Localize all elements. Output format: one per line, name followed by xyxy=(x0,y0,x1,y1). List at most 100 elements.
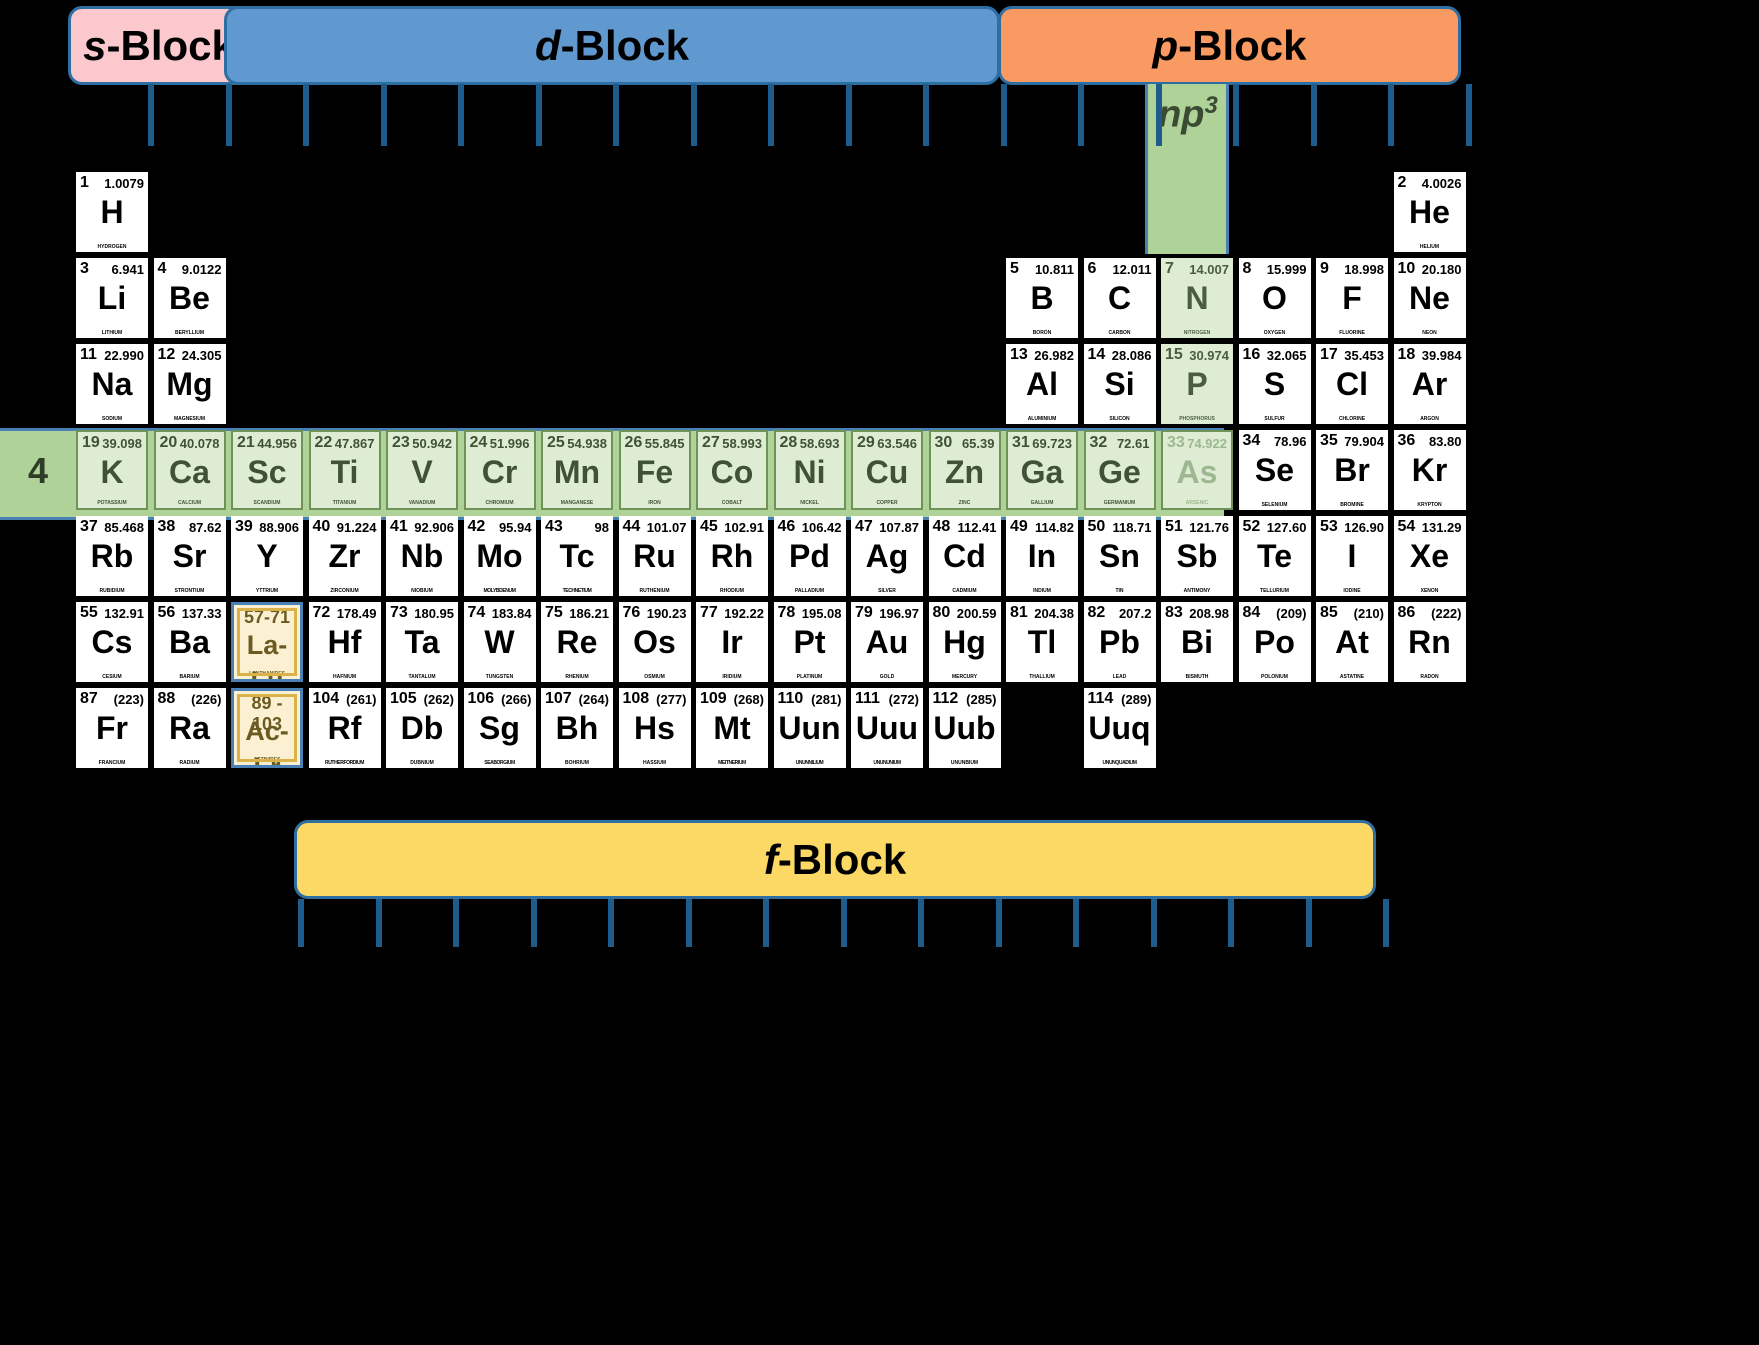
tick-bottom-3 xyxy=(453,899,459,947)
element-cell-po[interactable]: 84 (209) Po POLONIUM xyxy=(1238,602,1311,682)
p-block-banner[interactable]: p-Block xyxy=(998,6,1461,85)
tick-top-col-9 xyxy=(768,84,774,146)
element-cell-au[interactable]: 79 196.97 Au GOLD xyxy=(851,602,923,682)
element-cell-n[interactable]: 7 14.007 N NITROGEN xyxy=(1161,258,1233,338)
element-name: TITANIUM xyxy=(332,500,357,506)
element-cell-be[interactable]: 4 9.0122 Be BERYLLIUM xyxy=(153,258,226,338)
element-cell-k[interactable]: 19 39.098 K POTASSIUM xyxy=(76,430,148,510)
element-cell-tl[interactable]: 81 204.38 Tl THALLIUM xyxy=(1006,602,1078,682)
element-cell-rn[interactable]: 86 (222) Rn RADON xyxy=(1393,602,1466,682)
element-cell-nb[interactable]: 41 92.906 Nb NIOBIUM xyxy=(386,516,458,596)
element-cell-pb[interactable]: 82 207.2 Pb LEAD xyxy=(1083,602,1156,682)
element-cell-ar[interactable]: 18 39.984 Ar ARGON xyxy=(1393,344,1466,424)
element-cell-bh[interactable]: 107 (264) Bh BOHRIUM xyxy=(541,688,613,768)
element-cell-uun[interactable]: 110 (281) Uun UNUNNILIUM xyxy=(773,688,846,768)
element-cell-cu[interactable]: 29 63.546 Cu COPPER xyxy=(851,430,923,510)
element-cell-c[interactable]: 6 12.011 C CARBON xyxy=(1083,258,1156,338)
element-cell-rf[interactable]: 104 (261) Rf RUTHERFORDIUM xyxy=(308,688,381,768)
element-cell-tc[interactable]: 43 98 Tc TECHNETIUM xyxy=(541,516,613,596)
element-cell-w[interactable]: 74 183.84 W TUNGSTEN xyxy=(463,602,536,682)
element-cell-te[interactable]: 52 127.60 Te TELLURIUM xyxy=(1238,516,1311,596)
atomic-number: 47 xyxy=(855,518,873,535)
element-cell-as[interactable]: 33 74.922 As ARSENIC xyxy=(1161,430,1233,510)
element-cell-b[interactable]: 5 10.811 B BORON xyxy=(1006,258,1078,338)
element-cell-ge[interactable]: 32 72.61 Ge GERMANIUM xyxy=(1083,430,1156,510)
element-cell-uub[interactable]: 112 (285) Uub UNUNBIUM xyxy=(928,688,1001,768)
atomic-mass: 26.982 xyxy=(1034,348,1074,363)
element-cell-ru[interactable]: 44 101.07 Ru RUTHENIUM xyxy=(618,516,691,596)
element-cell-h[interactable]: 1 1.0079 H HYDROGEN xyxy=(76,172,148,252)
element-cell-bi[interactable]: 83 208.98 Bi BISMUTH xyxy=(1161,602,1233,682)
element-cell-sc[interactable]: 21 44.956 Sc SCANDIUM xyxy=(231,430,303,510)
element-cell-sr[interactable]: 38 87.62 Sr STRONTIUM xyxy=(153,516,226,596)
element-cell-mo[interactable]: 42 95.94 Mo MOLYBDENUM xyxy=(463,516,536,596)
element-cell-br[interactable]: 35 79.904 Br BROMINE xyxy=(1316,430,1388,510)
element-cell-se[interactable]: 34 78.96 Se SELENIUM xyxy=(1238,430,1311,510)
element-cell-hf[interactable]: 72 178.49 Hf HAFNIUM xyxy=(308,602,381,682)
element-cell-ti[interactable]: 22 47.867 Ti TITANIUM xyxy=(308,430,381,510)
element-cell-ba[interactable]: 56 137.33 Ba BARIUM xyxy=(153,602,226,682)
element-cell-y[interactable]: 39 88.906 Y YTTRIUM xyxy=(231,516,303,596)
element-cell-sg[interactable]: 106 (266) Sg SEABORGIUM xyxy=(463,688,536,768)
atomic-number: 50 xyxy=(1087,518,1106,535)
element-cell-pt[interactable]: 78 195.08 Pt PLATINUM xyxy=(773,602,846,682)
element-cell-ne[interactable]: 10 20.180 Ne NEON xyxy=(1393,258,1466,338)
element-cell-f[interactable]: 9 18.998 F FLUORINE xyxy=(1316,258,1388,338)
element-cell-os[interactable]: 76 190.23 Os OSMIUM xyxy=(618,602,691,682)
element-cell-mn[interactable]: 25 54.938 Mn MANGANESE xyxy=(541,430,613,510)
element-cell-in[interactable]: 49 114.82 In INDIUM xyxy=(1006,516,1078,596)
element-cell-uuu[interactable]: 111 (272) Uuu UNUNUNIUM xyxy=(851,688,923,768)
element-cell-fr[interactable]: 87 (223) Fr FRANCIUM xyxy=(76,688,148,768)
element-cell-sb[interactable]: 51 121.76 Sb ANTIMONY xyxy=(1161,516,1233,596)
element-cell-uuq[interactable]: 114 (289) Uuq UNUNQUADIUM xyxy=(1083,688,1156,768)
element-cell-cr[interactable]: 24 51.996 Cr CHROMIUM xyxy=(463,430,536,510)
element-cell-mt[interactable]: 109 (268) Mt MEITNERIUM xyxy=(696,688,768,768)
element-name: TANTALUM xyxy=(408,674,436,680)
atomic-mass: 32.065 xyxy=(1266,348,1307,363)
element-cell-zr[interactable]: 40 91.224 Zr ZIRCONIUM xyxy=(308,516,381,596)
s-block-label: -Block xyxy=(106,21,235,69)
element-cell-cd[interactable]: 48 112.41 Cd CADMIUM xyxy=(928,516,1001,596)
element-cell-s[interactable]: 16 32.065 S SULFUR xyxy=(1238,344,1311,424)
element-cell-mg[interactable]: 12 24.305 Mg MAGNESIUM xyxy=(153,344,226,424)
element-cell-na[interactable]: 11 22.990 Na SODIUM xyxy=(76,344,148,424)
element-cell-ta[interactable]: 73 180.95 Ta TANTALUM xyxy=(386,602,458,682)
element-cell-al[interactable]: 13 26.982 Al ALUMINIUM xyxy=(1006,344,1078,424)
element-cell-re[interactable]: 75 186.21 Re RHENIUM xyxy=(541,602,613,682)
element-cell-ac-lr[interactable]: 89 - 103 Ac-Lr ACTINIDES xyxy=(231,688,303,768)
element-cell-at[interactable]: 85 (210) At ASTATINE xyxy=(1316,602,1388,682)
element-cell-o[interactable]: 8 15.999 O OXYGEN xyxy=(1238,258,1311,338)
element-cell-li[interactable]: 3 6.941 Li LITHIUM xyxy=(76,258,148,338)
element-cell-db[interactable]: 105 (262) Db DUBNIUM xyxy=(386,688,458,768)
element-cell-co[interactable]: 27 58.993 Co COBALT xyxy=(696,430,768,510)
element-cell-ca[interactable]: 20 40.078 Ca CALCIUM xyxy=(153,430,226,510)
element-cell-ga[interactable]: 31 69.723 Ga GALLIUM xyxy=(1006,430,1078,510)
element-cell-p[interactable]: 15 30.974 P PHOSPHORUS xyxy=(1161,344,1233,424)
f-block-banner[interactable]: f-Block xyxy=(294,820,1376,899)
element-cell-pd[interactable]: 46 106.42 Pd PALLADIUM xyxy=(773,516,846,596)
element-cell-xe[interactable]: 54 131.29 Xe XENON xyxy=(1393,516,1466,596)
element-cell-sn[interactable]: 50 118.71 Sn TIN xyxy=(1083,516,1156,596)
element-cell-he[interactable]: 2 4.0026 He HELIUM xyxy=(1393,172,1466,252)
element-cell-ag[interactable]: 47 107.87 Ag SILVER xyxy=(851,516,923,596)
element-cell-kr[interactable]: 36 83.80 Kr KRYPTON xyxy=(1393,430,1466,510)
element-cell-si[interactable]: 14 28.086 Si SILICON xyxy=(1083,344,1156,424)
element-cell-cl[interactable]: 17 35.453 Cl CHLORINE xyxy=(1316,344,1388,424)
element-cell-hs[interactable]: 108 (277) Hs HASSIUM xyxy=(618,688,691,768)
element-symbol: Fe xyxy=(635,454,674,490)
element-symbol: Br xyxy=(1334,452,1370,488)
element-cell-zn[interactable]: 30 65.39 Zn ZINC xyxy=(928,430,1001,510)
element-cell-ni[interactable]: 28 58.693 Ni NICKEL xyxy=(773,430,846,510)
element-cell-i[interactable]: 53 126.90 I IODINE xyxy=(1316,516,1388,596)
element-cell-rh[interactable]: 45 102.91 Rh RHODIUM xyxy=(696,516,768,596)
element-cell-cs[interactable]: 55 132.91 Cs CESIUM xyxy=(76,602,148,682)
element-cell-ra[interactable]: 88 (226) Ra RADIUM xyxy=(153,688,226,768)
s-block-banner[interactable]: s-Block xyxy=(68,6,250,85)
element-cell-v[interactable]: 23 50.942 V VANADIUM xyxy=(386,430,458,510)
element-cell-rb[interactable]: 37 85.468 Rb RUBIDIUM xyxy=(76,516,148,596)
element-cell-ir[interactable]: 77 192.22 Ir IRIDIUM xyxy=(696,602,768,682)
element-cell-hg[interactable]: 80 200.59 Hg MERCURY xyxy=(928,602,1001,682)
element-cell-fe[interactable]: 26 55.845 Fe IRON xyxy=(618,430,691,510)
element-cell-la-lu[interactable]: 57-71 La-Lu LANTHANIDES xyxy=(231,602,303,682)
d-block-banner[interactable]: d-Block xyxy=(224,6,1000,85)
